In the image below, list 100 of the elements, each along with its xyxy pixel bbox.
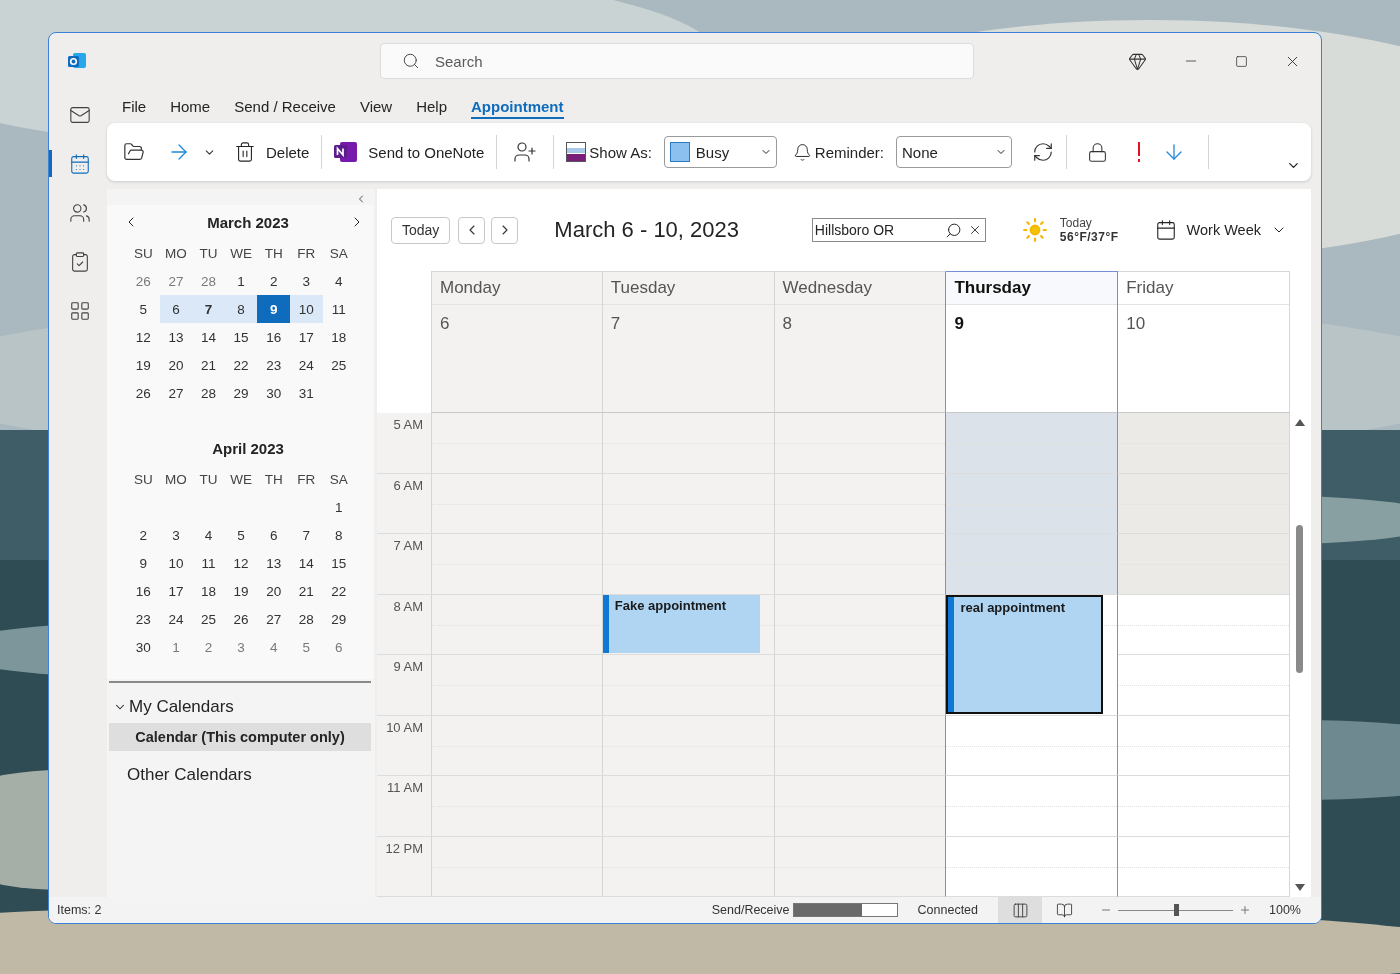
- scroll-up-icon[interactable]: [1295, 419, 1305, 426]
- date-cell[interactable]: 14: [192, 323, 225, 351]
- date-cell[interactable]: 5: [289, 633, 323, 661]
- date-cell[interactable]: 22: [322, 577, 356, 605]
- high-importance-icon[interactable]: [1136, 141, 1143, 163]
- date-cell[interactable]: 5: [127, 295, 160, 323]
- date-cell[interactable]: 30: [127, 633, 160, 661]
- date-cell[interactable]: 7: [289, 521, 323, 549]
- add-person-icon[interactable]: [513, 140, 538, 164]
- time-slot[interactable]: [774, 655, 947, 716]
- zoom-thumb[interactable]: [1173, 904, 1179, 916]
- next-button[interactable]: [491, 216, 519, 244]
- outlook-logo-icon[interactable]: [67, 51, 87, 71]
- menu-tab[interactable]: Send / Receive: [234, 93, 336, 119]
- send-to-onenote-button[interactable]: Send to OneNote: [334, 134, 485, 170]
- date-cell[interactable]: 11: [192, 549, 225, 577]
- date-cell[interactable]: 3: [289, 267, 323, 295]
- date-cell[interactable]: 15: [224, 323, 258, 351]
- date-cell[interactable]: 27: [257, 605, 290, 633]
- date-cell[interactable]: 13: [257, 549, 290, 577]
- date-cell[interactable]: 12: [224, 549, 258, 577]
- date-cell[interactable]: 7: [192, 295, 225, 323]
- date-cell[interactable]: 29: [322, 605, 356, 633]
- time-slot[interactable]: [774, 413, 947, 474]
- time-slot[interactable]: [946, 776, 1119, 837]
- search-icon[interactable]: [944, 221, 962, 239]
- date-cell[interactable]: 2: [257, 267, 290, 295]
- date-cell[interactable]: 27: [159, 379, 193, 407]
- date-cell[interactable]: 2: [192, 633, 225, 661]
- search-field[interactable]: Search: [380, 43, 974, 79]
- date-cell[interactable]: 4: [322, 267, 356, 295]
- show-as-dropdown[interactable]: Busy: [663, 136, 777, 168]
- time-slot[interactable]: [774, 594, 947, 655]
- time-slot[interactable]: [774, 715, 947, 776]
- date-cell[interactable]: 5: [224, 521, 258, 549]
- time-slot[interactable]: [774, 776, 947, 837]
- scroll-thumb[interactable]: [1296, 525, 1303, 673]
- date-cell[interactable]: 6: [257, 521, 290, 549]
- location-field[interactable]: Hillsboro OR: [811, 218, 986, 242]
- date-cell[interactable]: 1: [224, 267, 258, 295]
- date-cell[interactable]: 26: [127, 379, 160, 407]
- date-cell[interactable]: 11: [322, 295, 356, 323]
- time-slot[interactable]: [946, 534, 1119, 595]
- zoom-in-icon[interactable]: [1239, 904, 1251, 916]
- menu-tab[interactable]: Appointment: [471, 93, 564, 119]
- date-cell[interactable]: 3: [159, 521, 193, 549]
- date-cell[interactable]: 10: [289, 295, 323, 323]
- date-cell[interactable]: 26: [127, 267, 160, 295]
- date-cell[interactable]: 18: [192, 577, 225, 605]
- calendar-group[interactable]: Other Calendars: [107, 761, 375, 789]
- date-cell[interactable]: 6: [159, 295, 193, 323]
- date-cell[interactable]: 6: [322, 633, 356, 661]
- time-slot[interactable]: [774, 836, 947, 897]
- date-cell[interactable]: 19: [127, 351, 160, 379]
- time-slot[interactable]: [946, 715, 1119, 776]
- date-cell[interactable]: 2: [127, 521, 160, 549]
- menu-tab[interactable]: View: [359, 93, 393, 119]
- scroll-down-icon[interactable]: [1295, 884, 1305, 891]
- date-cell[interactable]: 28: [289, 605, 323, 633]
- date-cell[interactable]: 14: [289, 549, 323, 577]
- menu-tab[interactable]: Help: [416, 93, 448, 119]
- time-slot[interactable]: [946, 413, 1119, 474]
- date-cell[interactable]: 22: [224, 351, 258, 379]
- date-cell[interactable]: 1: [322, 493, 356, 521]
- date-cell[interactable]: 25: [192, 605, 225, 633]
- reminder-dropdown[interactable]: None: [896, 136, 1013, 168]
- date-cell[interactable]: 26: [224, 605, 258, 633]
- delete-button[interactable]: Delete: [234, 134, 310, 170]
- date-cell[interactable]: 30: [257, 379, 290, 407]
- menu-tab[interactable]: Home: [170, 93, 211, 119]
- refresh-icon[interactable]: [1032, 141, 1055, 163]
- folder-icon[interactable]: [123, 141, 145, 163]
- maximize-icon[interactable]: [1235, 54, 1248, 68]
- today-button[interactable]: Today: [391, 216, 451, 244]
- date-cell[interactable]: 16: [127, 577, 160, 605]
- date-cell[interactable]: 29: [224, 379, 258, 407]
- date-cell[interactable]: 28: [192, 379, 225, 407]
- date-cell[interactable]: 27: [159, 267, 193, 295]
- view-selector[interactable]: Work Week: [1154, 219, 1287, 241]
- date-cell[interactable]: 16: [257, 323, 290, 351]
- menu-tab[interactable]: File: [122, 93, 147, 119]
- date-cell[interactable]: 28: [192, 267, 225, 295]
- date-cell[interactable]: 10: [159, 549, 193, 577]
- date-cell[interactable]: 31: [289, 379, 323, 407]
- date-cell[interactable]: 8: [322, 521, 356, 549]
- normal-view-button[interactable]: [998, 897, 1042, 923]
- date-cell[interactable]: 19: [224, 577, 258, 605]
- previous-button[interactable]: [458, 216, 486, 244]
- date-cell[interactable]: 20: [159, 351, 193, 379]
- date-cell[interactable]: 24: [289, 351, 323, 379]
- diamond-icon[interactable]: [1128, 51, 1147, 71]
- date-cell[interactable]: 13: [159, 323, 193, 351]
- date-cell[interactable]: 8: [224, 295, 258, 323]
- date-cell[interactable]: 12: [127, 323, 160, 351]
- date-cell[interactable]: 17: [159, 577, 193, 605]
- date-cell[interactable]: 21: [289, 577, 323, 605]
- date-cell[interactable]: 9: [127, 549, 160, 577]
- date-cell[interactable]: 15: [322, 549, 356, 577]
- time-slot[interactable]: [946, 473, 1119, 534]
- date-cell[interactable]: 20: [257, 577, 290, 605]
